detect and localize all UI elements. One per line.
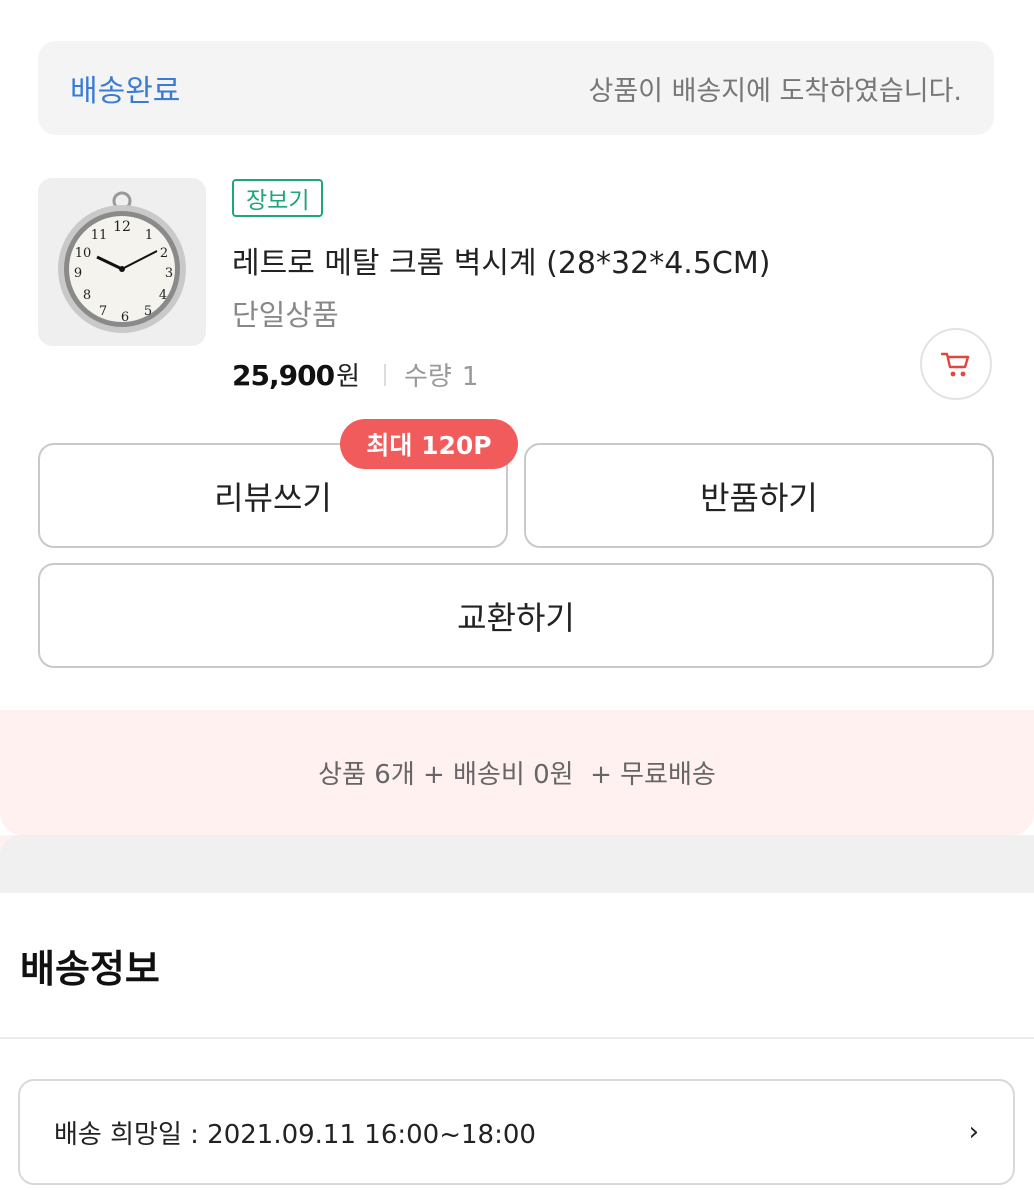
review-points-badge: 최대 120P [340, 419, 518, 469]
delivery-status-banner: 배송완료 상품이 배송지에 도착하였습니다. [38, 41, 994, 135]
product-option: 단일상품 [232, 298, 339, 332]
status-message: 상품이 배송지에 도착하였습니다. [588, 75, 962, 107]
svg-text:6: 6 [121, 310, 129, 325]
svg-text:5: 5 [144, 304, 152, 319]
order-summary-bar: 상품 6개 + 배송비 0원 + 무료배송 [0, 710, 1034, 835]
quantity-label: 수량 [403, 362, 452, 392]
svg-text:8: 8 [83, 288, 91, 303]
delivery-wish-date: 배송 희망일 : 2021.09.11 16:00~18:00 [54, 1119, 536, 1150]
svg-text:10: 10 [75, 246, 92, 261]
category-tag: 장보기 [232, 179, 324, 217]
svg-text:3: 3 [165, 266, 173, 281]
delivery-wish-date-row[interactable]: 배송 희망일 : 2021.09.11 16:00~18:00 › [18, 1079, 1015, 1185]
add-to-cart-button[interactable] [920, 328, 992, 400]
product-name[interactable]: 레트로 메탈 크롬 벽시계 (28*32*4.5CM) [232, 238, 770, 282]
section-separator [0, 835, 1034, 893]
product-thumbnail[interactable]: 12 1 2 3 4 5 6 7 8 9 10 11 [38, 178, 206, 346]
section-divider [0, 1037, 1034, 1039]
price-divider [383, 363, 386, 386]
wall-clock-image: 12 1 2 3 4 5 6 7 8 9 10 11 [58, 191, 186, 333]
product-price: 25,900 [232, 359, 335, 392]
svg-text:2: 2 [160, 246, 168, 261]
chevron-right-icon: › [968, 1117, 979, 1147]
delivery-info-title: 배송정보 [20, 947, 160, 991]
svg-text:1: 1 [145, 228, 153, 243]
price-row: 25,900 원 수량 1 [232, 356, 478, 393]
currency-unit: 원 [336, 362, 360, 392]
exchange-button[interactable]: 교환하기 [38, 563, 994, 668]
svg-text:12: 12 [113, 219, 131, 235]
svg-text:9: 9 [74, 266, 82, 281]
cart-icon [940, 352, 970, 377]
svg-text:7: 7 [99, 304, 107, 319]
svg-text:4: 4 [159, 288, 167, 303]
return-button[interactable]: 반품하기 [524, 443, 994, 548]
svg-text:11: 11 [91, 228, 108, 243]
quantity-value: 1 [461, 362, 479, 392]
status-label: 배송완료 [70, 74, 181, 109]
